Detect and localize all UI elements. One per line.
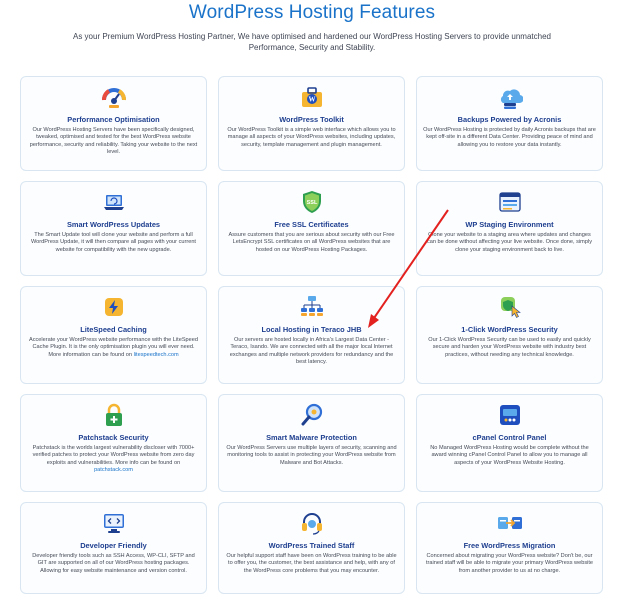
feature-card-malware: Smart Malware Protection Our WordPress S… [218,394,405,492]
laptop-update-icon [101,189,127,215]
feature-description: Patchstack is the worlds largest vulnera… [32,445,195,473]
security-click-icon [497,294,523,320]
feature-card-cpanel: cPanel Control Panel No Managed WordPres… [416,394,603,492]
magnifier-icon [299,402,325,428]
feature-card-performance: Performance Optimisation Our WordPress H… [20,76,207,171]
feature-description: Assure customers that you are serious ab… [228,232,395,253]
feature-description: Our WordPress Hosting Servers have been … [29,127,198,155]
feature-card-developer: Developer Friendly Developer friendly to… [20,502,207,594]
feature-description: No Managed WordPress Hosting would be co… [430,445,589,466]
headset-icon [299,510,325,536]
feature-title: Developer Friendly [80,541,147,550]
feature-card-trained-staff: WordPress Trained Staff Our helpful supp… [218,502,405,594]
feature-card-free-ssl: SSL Free SSL Certificates Assure custome… [218,181,405,276]
feature-title: WordPress Trained Staff [268,541,355,550]
feature-description: Clone your website to a staging area whe… [426,232,592,253]
feature-title: 1-Click WordPress Security [461,325,558,334]
wordpress-toolbox-icon: W [299,84,325,110]
svg-text:W: W [308,96,315,104]
feature-title: Free WordPress Migration [463,541,556,550]
feature-card-one-click-security: 1-Click WordPress Security Our 1-Click W… [416,286,603,384]
patchstack-link[interactable]: patchstack.com [94,467,133,473]
page-subtitle: As your Premium WordPress Hosting Partne… [72,32,551,52]
feature-card-smart-updates: Smart WordPress Updates The Smart Update… [20,181,207,276]
litespeed-link[interactable]: litespeedtech.com [134,352,179,358]
page-title: WordPress Hosting Features [188,2,436,23]
feature-card-migration: Free WordPress Migration Concerned about… [416,502,603,594]
feature-card-litespeed: LiteSpeed Caching Accelerate your WordPr… [20,286,207,384]
features-grid: Performance Optimisation Our WordPress H… [20,76,604,594]
feature-title: WordPress Toolkit [279,115,344,124]
network-servers-icon [299,294,325,320]
feature-title: cPanel Control Panel [472,433,547,442]
feature-card-backups: Backups Powered by Acronis Our WordPress… [416,76,603,171]
feature-title: Smart Malware Protection [266,433,357,442]
feature-description: Our 1-Click WordPress Security can be us… [428,337,591,358]
feature-title: Performance Optimisation [67,115,160,124]
feature-title: Patchstack Security [78,433,149,442]
padlock-plus-icon [101,402,127,428]
feature-description: Our servers are hosted locally in Africa… [229,337,394,365]
feature-card-wp-toolkit: W WordPress Toolkit Our WordPress Toolki… [218,76,405,171]
feature-card-patchstack: Patchstack Security Patchstack is the wo… [20,394,207,492]
code-monitor-icon [101,510,127,536]
control-panel-icon [497,402,523,428]
speedometer-icon [101,84,127,110]
svg-text:SSL: SSL [306,200,317,206]
feature-title: WP Staging Environment [465,220,554,229]
feature-description: Our WordPress Servers use multiple layer… [226,445,397,466]
feature-title: LiteSpeed Caching [80,325,147,334]
feature-title: Free SSL Certificates [274,220,349,229]
feature-description: Our WordPress Toolkit is a simple web in… [227,127,396,148]
feature-description: Our helpful support staff have been on W… [226,553,397,574]
feature-description: Accelerate your WordPress website perfor… [28,337,199,358]
feature-description: Developer friendly tools such as SSH Acc… [32,553,195,574]
feature-description: The Smart Update tool will clone your we… [31,232,196,253]
feature-title: Smart WordPress Updates [66,220,161,229]
feature-description: Our WordPress Hosting is protected by da… [423,127,596,148]
lightning-icon [101,294,127,320]
feature-title: Local Hosting in Teraco JHB [261,325,362,334]
feature-card-staging: WP Staging Environment Clone your websit… [416,181,603,276]
staging-window-icon [497,189,523,215]
ssl-shield-icon: SSL [299,189,325,215]
feature-description: Concerned about migrating your WordPress… [425,553,594,574]
feature-card-local-hosting: Local Hosting in Teraco JHB Our servers … [218,286,405,384]
feature-title: Backups Powered by Acronis [457,115,562,124]
cloud-backup-icon [497,84,523,110]
migration-icon [497,510,523,536]
